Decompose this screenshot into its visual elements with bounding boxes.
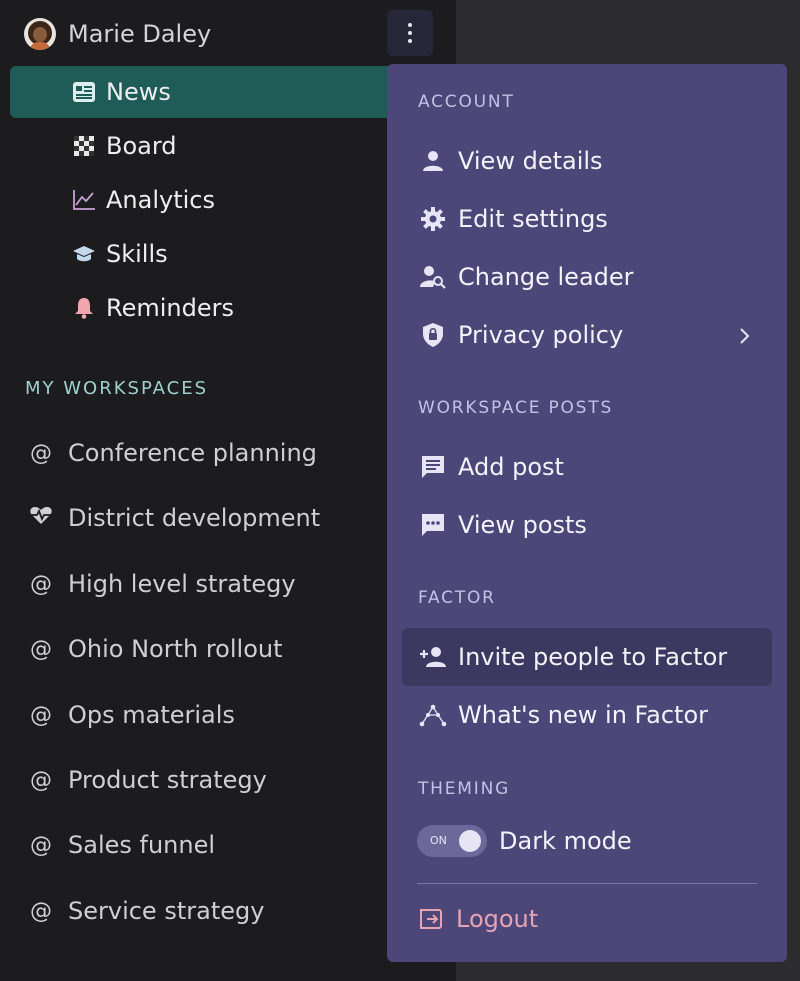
workspace-item[interactable]: @ High level strategy [28, 564, 296, 604]
at-icon: @ [30, 636, 52, 662]
at-icon: @ [30, 832, 52, 858]
vertical-dots-icon [408, 23, 412, 43]
invite-people-item[interactable]: Invite people to Factor [402, 628, 772, 686]
invite-people-label: Invite people to Factor [458, 643, 728, 671]
edit-settings-item[interactable]: Edit settings [402, 190, 772, 248]
change-leader-item[interactable]: Change leader [402, 248, 772, 306]
theming-section-header: THEMING [418, 779, 511, 799]
logout-icon [417, 905, 445, 933]
at-icon: @ [30, 898, 52, 924]
at-icon: @ [30, 702, 52, 728]
workspace-label: Sales funnel [68, 831, 216, 859]
nav-item-board[interactable]: Board [10, 120, 430, 172]
workspace-label: Ops materials [68, 701, 235, 729]
menu-divider [417, 883, 757, 884]
user-menu: ACCOUNT View details Edit settings Chang… [387, 64, 787, 962]
privacy-policy-label: Privacy policy [458, 321, 624, 349]
view-details-item[interactable]: View details [402, 132, 772, 190]
person-add-icon [419, 643, 447, 671]
avatar [24, 18, 56, 50]
add-post-label: Add post [458, 453, 564, 481]
workspace-label: Product strategy [68, 766, 267, 794]
user-name: Marie Daley [68, 20, 212, 48]
at-icon: @ [30, 767, 52, 793]
workspace-label: Conference planning [68, 439, 317, 467]
at-icon: @ [30, 571, 52, 597]
workspace-item[interactable]: @ Service strategy [28, 891, 264, 931]
nav-label-analytics: Analytics [106, 186, 215, 214]
nav-label-news: News [106, 78, 171, 106]
post-add-icon [419, 453, 447, 481]
more-options-button[interactable] [387, 10, 433, 56]
view-details-label: View details [458, 147, 603, 175]
nav-item-reminders[interactable]: Reminders [10, 282, 430, 334]
change-leader-label: Change leader [458, 263, 634, 291]
person-search-icon [419, 263, 447, 291]
dark-mode-row[interactable]: ON Dark mode [417, 822, 632, 860]
add-post-item[interactable]: Add post [402, 438, 772, 496]
workspace-posts-section-header: WORKSPACE POSTS [418, 398, 614, 418]
toggle-knob [459, 830, 481, 852]
nav-label-board: Board [106, 132, 177, 160]
privacy-policy-item[interactable]: Privacy policy [402, 306, 772, 364]
workspace-label: Service strategy [68, 897, 265, 925]
gear-icon [419, 205, 447, 233]
workspace-label: Ohio North rollout [68, 635, 283, 663]
nav-label-reminders: Reminders [106, 294, 234, 322]
workspace-item[interactable]: @ Ohio North rollout [28, 629, 283, 669]
workspace-item[interactable]: @ Sales funnel [28, 825, 215, 865]
workspace-label: High level strategy [68, 570, 296, 598]
nav-item-skills[interactable]: Skills [10, 228, 430, 280]
dark-mode-label: Dark mode [499, 827, 632, 855]
shield-lock-icon [419, 321, 447, 349]
at-icon: @ [30, 440, 52, 466]
view-posts-label: View posts [458, 511, 587, 539]
view-posts-item[interactable]: View posts [402, 496, 772, 554]
workspace-item[interactable]: @ Conference planning [28, 433, 317, 473]
account-section-header: ACCOUNT [418, 92, 515, 112]
heartbeat-icon [28, 505, 54, 531]
network-nodes-icon [419, 701, 447, 729]
user-profile[interactable]: Marie Daley [24, 15, 211, 53]
chart-line-icon [72, 188, 96, 212]
checkerboard-icon [72, 134, 96, 158]
toggle-state-label: ON [430, 834, 447, 847]
chat-bubble-icon [419, 511, 447, 539]
nav-item-analytics[interactable]: Analytics [10, 174, 430, 226]
bell-icon [72, 296, 96, 320]
whats-new-label: What's new in Factor [458, 701, 708, 729]
nav-label-skills: Skills [106, 240, 168, 268]
factor-section-header: FACTOR [418, 588, 496, 608]
workspace-item[interactable]: @ Product strategy [28, 760, 267, 800]
graduation-cap-icon [72, 242, 96, 266]
newspaper-icon [72, 80, 96, 104]
edit-settings-label: Edit settings [458, 205, 608, 233]
workspace-item[interactable]: @ Ops materials [28, 695, 235, 735]
workspaces-header: MY WORKSPACES [25, 378, 209, 399]
nav-item-news[interactable]: News [10, 66, 430, 118]
chevron-right-icon [738, 323, 750, 351]
whats-new-item[interactable]: What's new in Factor [402, 686, 772, 744]
workspace-item[interactable]: District development [28, 498, 320, 538]
logout-label: Logout [456, 905, 539, 933]
person-icon [419, 147, 447, 175]
dark-mode-toggle[interactable]: ON [417, 825, 487, 857]
logout-item[interactable]: Logout [417, 898, 538, 940]
workspace-label: District development [68, 504, 321, 532]
